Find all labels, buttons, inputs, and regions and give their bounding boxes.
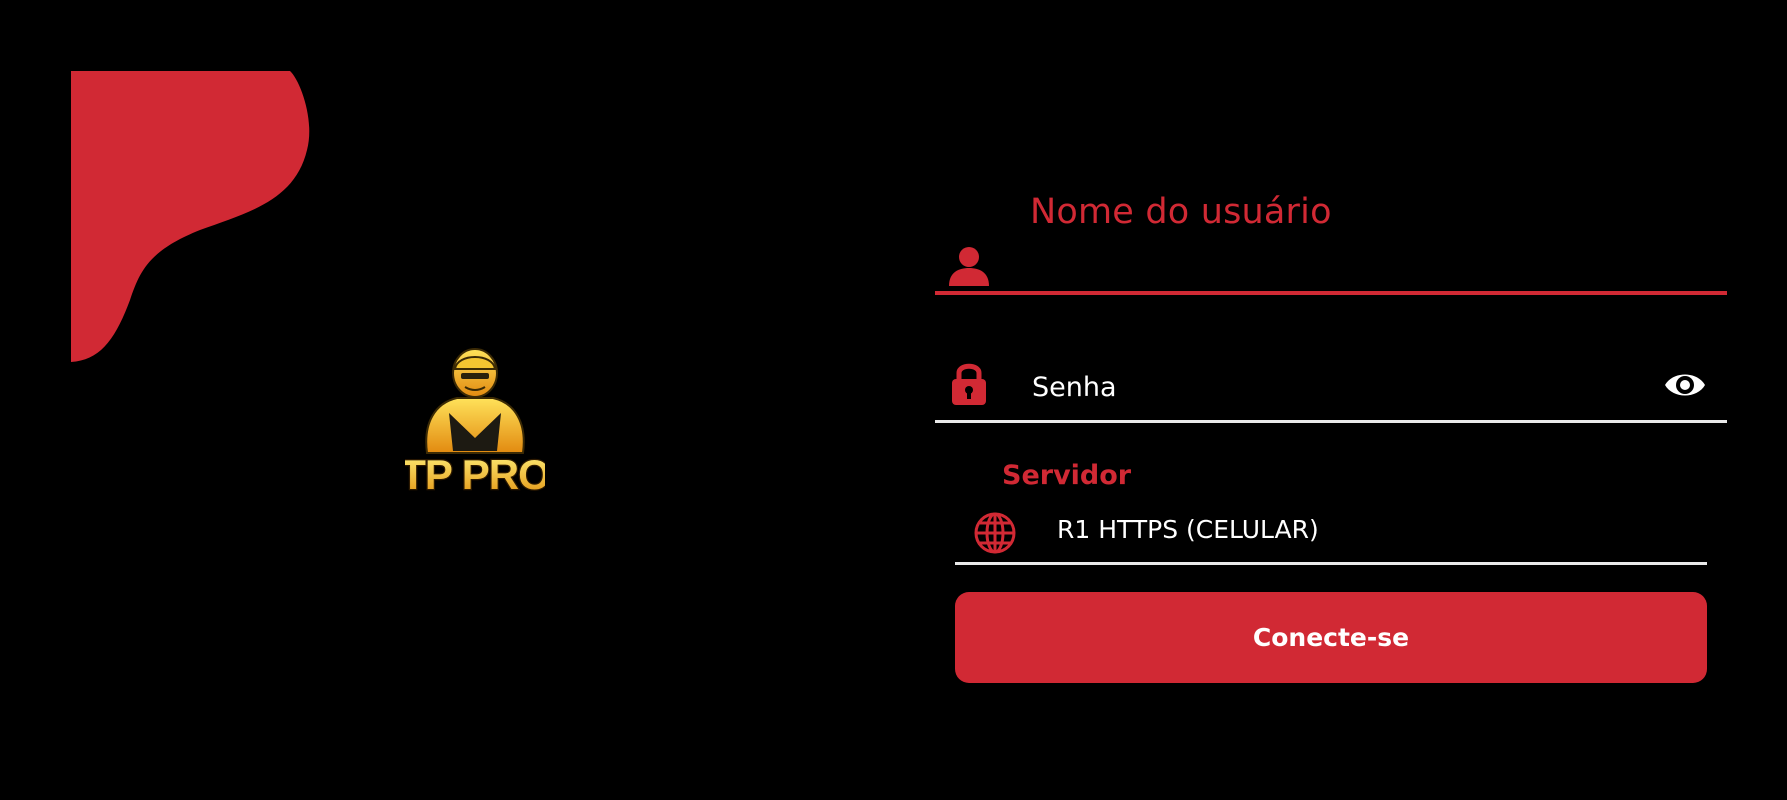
- tp-pro-logo: TP PRO: [405, 343, 545, 498]
- lock-icon: [952, 363, 986, 405]
- server-label: Servidor: [1002, 460, 1132, 491]
- connect-button[interactable]: Conecte-se: [955, 592, 1707, 683]
- logo-image: TP PRO: [405, 348, 545, 498]
- password-underline: [935, 420, 1727, 423]
- login-screen: TP PRO Nome do usuário Servidor R1 HTTPS…: [0, 0, 1787, 800]
- eye-icon[interactable]: [1663, 368, 1707, 402]
- password-field-group: [935, 360, 1727, 424]
- server-underline: [955, 562, 1707, 565]
- globe-icon: [974, 512, 1016, 554]
- svg-text:TP PRO: TP PRO: [405, 451, 545, 498]
- user-icon: [949, 247, 989, 286]
- server-selected-value: R1 HTTPS (CELULAR): [1057, 515, 1319, 544]
- server-select[interactable]: Servidor R1 HTTPS (CELULAR): [955, 460, 1707, 565]
- username-field-group: Nome do usuário: [935, 180, 1727, 296]
- username-underline: [935, 291, 1727, 295]
- corner-decoration: [71, 71, 310, 362]
- username-label: Nome do usuário: [1030, 192, 1332, 232]
- password-input[interactable]: [1030, 364, 1634, 410]
- login-form: Nome do usuário Servidor R1 HTTPS (CELUL…: [935, 180, 1730, 700]
- username-input[interactable]: [1030, 242, 1714, 288]
